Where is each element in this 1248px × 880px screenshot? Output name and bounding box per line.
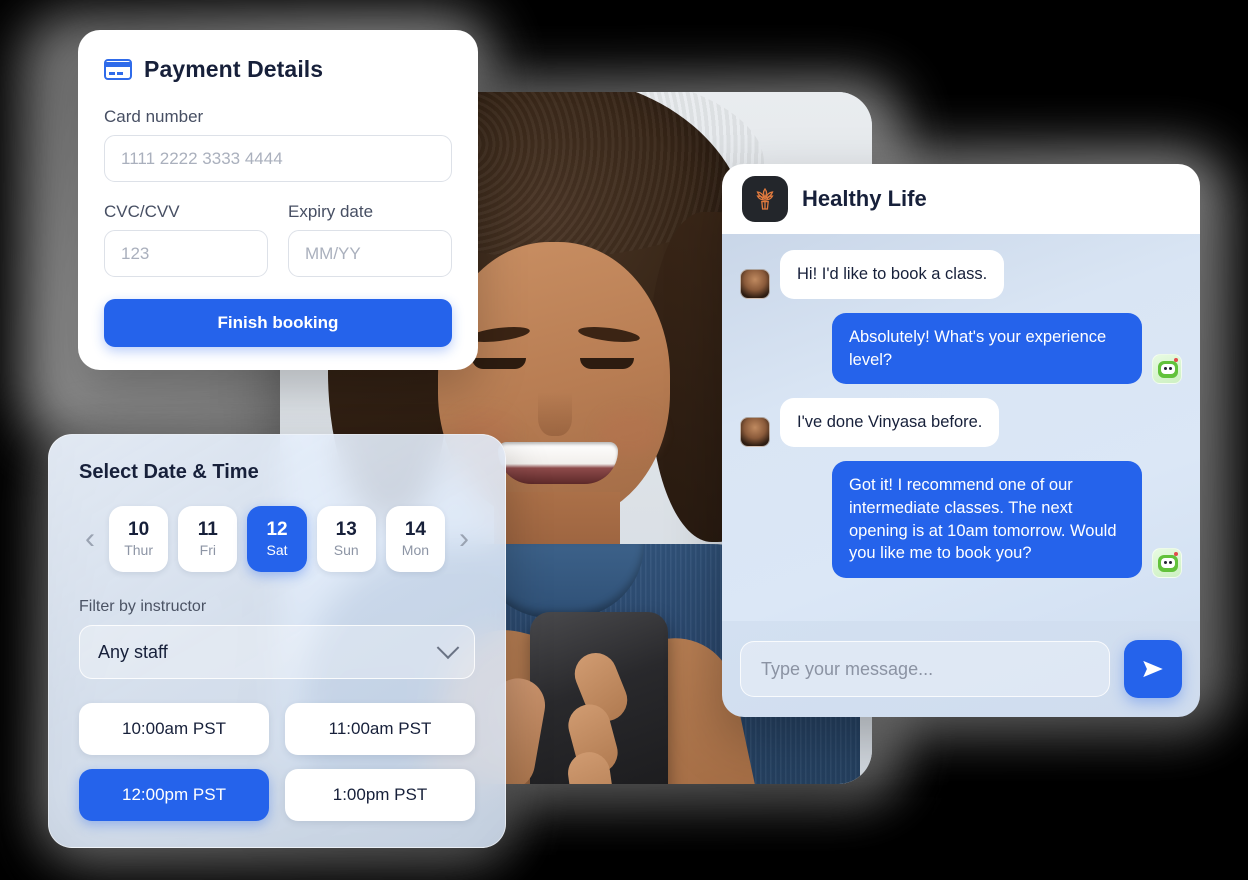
cvc-label: CVC/CVV [104,202,180,221]
message-input[interactable] [740,641,1110,697]
chat-widget: Healthy Life Hi! I'd like to book a clas… [722,164,1200,717]
status-dot [1174,358,1178,363]
chevron-right-icon[interactable]: › [453,524,475,554]
cvc-expiry-row: CVC/CVV Expiry date [104,202,452,277]
screenshot-canvas: Payment Details Card number CVC/CVV Expi… [0,0,1248,880]
time-slot[interactable]: 11:00am PST [285,703,475,755]
chat-message-list[interactable]: Hi! I'd like to book a class. Absolutely!… [722,234,1200,621]
plant-logo-icon [742,176,788,222]
photo-smile [498,442,618,484]
robot-icon [1158,555,1178,573]
date-pill-weekday: Mon [401,541,430,558]
select-date-time-card: Select Date & Time ‹ 10 Thur 11 Fri 12 Sat 13 S… [48,434,506,848]
date-pill-weekday: Sat [266,541,288,558]
date-pill-14[interactable]: 14 Mon [385,506,446,572]
finish-booking-button[interactable]: Finish booking [104,299,452,347]
chat-bubble: Hi! I'd like to book a class. [780,250,1005,299]
chat-input-row [722,621,1200,717]
date-pill-weekday: Thur [124,541,153,558]
chat-message-user: I've done Vinyasa before. [740,398,1182,448]
filter-by-instructor-label: Filter by instructor [79,598,207,615]
chat-bubble: I've done Vinyasa before. [780,398,1000,448]
date-pill-number: 12 [266,519,288,541]
date-pill-weekday: Sun [333,541,359,558]
chat-message-bot: Absolutely! What's your experience level… [740,312,1182,385]
date-time-title: Select Date & Time [79,461,259,483]
expiry-input[interactable] [288,230,452,277]
card-number-group: Card number [104,107,452,182]
time-slot-grid: 10:00am PST 11:00am PST 12:00pm PST 1:00pm … [79,703,475,821]
card-number-input[interactable] [104,135,452,182]
staff-select[interactable]: Any staff [79,625,475,679]
staff-select-value: Any staff [98,641,168,662]
chevron-down-icon [436,636,460,660]
date-pill-number: 13 [335,519,357,541]
cvc-input[interactable] [104,230,268,277]
photo-nose [538,392,572,436]
user-avatar [740,268,770,299]
date-pill-number: 10 [128,519,150,541]
time-slot[interactable]: 1:00pm PST [285,769,475,821]
bot-avatar [1152,548,1182,579]
chat-message-user: Hi! I'd like to book a class. [740,250,1182,299]
cvc-group: CVC/CVV [104,202,268,277]
date-pill-10[interactable]: 10 Thur [109,506,169,572]
photo-eye-right [580,358,634,369]
user-avatar [740,417,770,448]
chat-header: Healthy Life [722,164,1200,234]
card-number-label: Card number [104,107,204,126]
payment-details-card: Payment Details Card number CVC/CVV Expi… [78,30,478,370]
date-pill-weekday: Fri [199,541,216,558]
chevron-left-icon[interactable]: ‹ [79,524,101,554]
payment-header: Payment Details [104,56,452,83]
expiry-label: Expiry date [288,202,374,221]
robot-icon [1158,361,1178,379]
date-pill-11[interactable]: 11 Fri [178,506,238,572]
bot-avatar [1152,354,1182,385]
chat-bubble: Got it! I recommend one of our intermedi… [832,461,1142,579]
send-button[interactable] [1124,640,1182,698]
time-slot[interactable]: 10:00am PST [79,703,269,755]
date-pill-13[interactable]: 13 Sun [316,506,376,572]
date-strip: ‹ 10 Thur 11 Fri 12 Sat 13 Sun 14 Mon › [79,506,475,572]
credit-card-icon [104,59,132,80]
photo-eye-left [472,358,526,369]
date-pill-number: 11 [197,519,218,541]
date-pill-number: 14 [404,519,426,541]
payment-title: Payment Details [144,56,324,82]
chat-brand-title: Healthy Life [802,186,927,211]
status-dot [1174,552,1178,557]
date-pill-12[interactable]: 12 Sat [247,506,307,572]
chat-message-bot: Got it! I recommend one of our intermedi… [740,461,1182,579]
expiry-group: Expiry date [288,202,452,277]
chat-bubble: Absolutely! What's your experience level… [832,312,1142,385]
time-slot[interactable]: 12:00pm PST [79,769,269,821]
